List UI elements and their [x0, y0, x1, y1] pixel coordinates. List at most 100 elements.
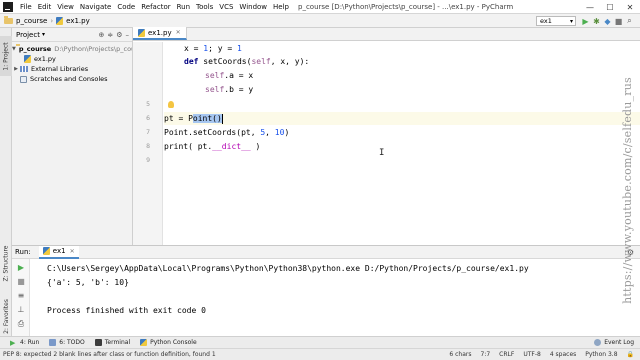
line-number: 9: [146, 156, 150, 164]
code-token: .a = x: [224, 71, 254, 80]
run-icon: ▶: [10, 339, 16, 347]
line-number: 6: [146, 114, 150, 122]
tab-event-log[interactable]: Event Log: [594, 339, 634, 346]
tree-item-project-root[interactable]: ▼ p_course D:\Python\Projects\p_course: [12, 44, 132, 54]
tree-item-external-libraries[interactable]: ▶ External Libraries: [12, 64, 132, 74]
tree-item-label: External Libraries: [31, 65, 89, 73]
code-line-current: pt = Point(): [164, 112, 640, 125]
status-selection-chars: 6 chars: [449, 351, 472, 358]
menu-view[interactable]: View: [54, 3, 77, 11]
tree-item-label: Scratches and Consoles: [30, 75, 108, 83]
line-number: 8: [146, 142, 150, 150]
status-interpreter[interactable]: Python 3.8: [585, 351, 617, 358]
tree-item-file[interactable]: ex1.py: [12, 54, 132, 64]
code-token: ): [250, 142, 261, 151]
menu-edit[interactable]: Edit: [35, 3, 55, 11]
code-self: self: [205, 85, 225, 94]
locate-icon[interactable]: ⊕: [98, 31, 104, 39]
menu-help[interactable]: Help: [270, 3, 292, 11]
status-encoding[interactable]: UTF-8: [523, 351, 541, 358]
code-token: .b = y: [224, 85, 254, 94]
close-icon[interactable]: ✕: [70, 248, 75, 255]
code-token: , x, y):: [270, 57, 310, 66]
tab-structure[interactable]: Z: Structure: [0, 243, 12, 283]
tab-python-console[interactable]: Python Console: [140, 339, 197, 346]
pin-icon[interactable]: ⊥: [15, 304, 27, 315]
run-configuration-dropdown[interactable]: ex1 ▾: [536, 16, 576, 26]
expand-arrow-icon[interactable]: ▼: [12, 46, 16, 52]
tab-project-label: 1: Project: [2, 41, 10, 71]
run-tab-label: ex1: [52, 247, 66, 255]
code-line: self .a = x: [164, 69, 640, 82]
stop-icon[interactable]: ■: [15, 276, 27, 287]
folder-icon: [4, 15, 13, 24]
menu-code[interactable]: Code: [114, 3, 138, 11]
tab-terminal[interactable]: Terminal: [94, 339, 130, 346]
tree-item-label: ex1.py: [34, 55, 56, 63]
close-icon[interactable]: ✕: [176, 29, 181, 36]
collapse-icon[interactable]: ≑: [107, 31, 113, 39]
chevron-down-icon[interactable]: ▾: [42, 31, 45, 38]
close-button[interactable]: ✕: [620, 0, 640, 14]
project-panel-header: Project ▾ ⊕ ≑ ⚙ –: [12, 28, 132, 42]
print-icon[interactable]: ⎙: [15, 318, 27, 329]
run-toolbar-icons: ▶ ✱ ◆ ■ ⌕: [580, 15, 635, 27]
breadcrumb-file[interactable]: ex1.py: [56, 16, 90, 25]
gear-icon[interactable]: ⚙: [116, 31, 122, 39]
code-line: print( pt. __dict__ ): [164, 140, 640, 153]
code-line: x = 1; y = 1: [164, 42, 640, 55]
wrap-icon[interactable]: ≡: [15, 290, 27, 301]
pycharm-logo-icon: [3, 1, 13, 12]
debug-icon[interactable]: ✱: [591, 15, 602, 27]
tab-project[interactable]: 1: Project: [0, 36, 12, 76]
bottom-tool-tabs: ▶ 4: Run 6: TODO Terminal Python Console…: [0, 336, 640, 348]
selected-text: oint(): [192, 114, 222, 123]
lightbulb-icon[interactable]: [168, 101, 174, 108]
lock-icon[interactable]: 🔒: [627, 351, 634, 358]
hide-icon[interactable]: –: [126, 31, 130, 39]
tab-todo[interactable]: 6: TODO: [49, 339, 85, 346]
menu-refactor[interactable]: Refactor: [138, 3, 173, 11]
tab-favorites[interactable]: 2: Favorites: [0, 296, 12, 336]
code-token: x =: [184, 44, 204, 53]
code-token: print( pt.: [164, 142, 213, 151]
coverage-icon[interactable]: ◆: [602, 15, 613, 27]
tree-item-scratches[interactable]: Scratches and Consoles: [12, 74, 132, 84]
status-caret-position[interactable]: 7:7: [481, 351, 491, 358]
rerun-icon[interactable]: ▶: [15, 262, 27, 273]
line-number-gutter: 5 6 7 8 9: [133, 42, 163, 245]
tab-run[interactable]: ▶ 4: Run: [10, 339, 39, 347]
status-message: PEP 8: expected 2 blank lines after clas…: [3, 351, 216, 358]
code-number: 10: [274, 128, 285, 137]
menu-navigate[interactable]: Navigate: [77, 3, 114, 11]
run-tab-ex1[interactable]: ex1 ✕: [38, 245, 79, 259]
menu-file[interactable]: File: [17, 3, 35, 11]
tab-ex1-py[interactable]: ex1.py ✕: [133, 27, 187, 40]
library-icon: [20, 66, 28, 72]
search-icon[interactable]: ⌕: [624, 15, 635, 27]
stop-icon[interactable]: ■: [613, 15, 624, 27]
run-panel-header: Run: ex1 ✕ ⚙: [12, 245, 640, 259]
project-view-selector[interactable]: Project: [16, 31, 40, 39]
code-self: self: [205, 71, 225, 80]
status-line-separator[interactable]: CRLF: [499, 351, 514, 358]
expand-arrow-icon[interactable]: ▶: [12, 66, 20, 72]
maximize-button[interactable]: ☐: [600, 0, 620, 14]
console-line: {'a': 5, 'b': 10}: [47, 278, 129, 287]
status-indent[interactable]: 4 spaces: [550, 351, 576, 358]
minimize-button[interactable]: —: [580, 0, 600, 14]
code-token: pt = P: [164, 114, 193, 123]
menu-run[interactable]: Run: [174, 3, 193, 11]
python-file-icon: [42, 247, 50, 255]
menu-window[interactable]: Window: [236, 3, 270, 11]
navigation-bar: p_course › ex1.py ex1 ▾ ▶ ✱ ◆ ■ ⌕: [0, 14, 640, 28]
menu-tools[interactable]: Tools: [193, 3, 216, 11]
breadcrumb-project[interactable]: p_course: [0, 15, 47, 25]
python-console-icon: [140, 339, 148, 346]
editor-tab-bar: ex1.py ✕: [133, 27, 640, 41]
code-keyword: def: [184, 57, 199, 66]
console-output[interactable]: C:\Users\Sergey\AppData\Local\Programs\P…: [47, 264, 529, 320]
menu-vcs[interactable]: VCS: [216, 3, 236, 11]
run-icon[interactable]: ▶: [580, 15, 591, 27]
